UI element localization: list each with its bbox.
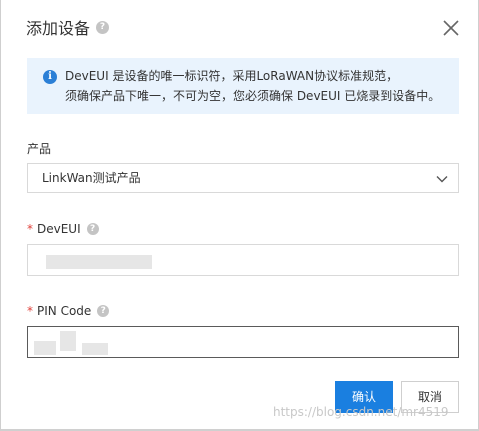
required-mark: * bbox=[27, 222, 33, 236]
dialog-title-text: 添加设备 bbox=[26, 19, 91, 38]
dialog-title: 添加设备? bbox=[26, 17, 110, 41]
notice-line-2: 须确保产品下唯一，不可为空，您必须确保 DevEUI 已烧录到设备中。 bbox=[65, 89, 441, 103]
product-select-value: LinkWan测试产品 bbox=[42, 171, 141, 185]
pin-label: * PIN Code? bbox=[27, 303, 110, 319]
pin-code-input[interactable] bbox=[27, 326, 459, 358]
redacted-value bbox=[60, 331, 76, 351]
product-select[interactable]: LinkWan测试产品 bbox=[27, 163, 459, 193]
deveui-help-icon[interactable]: ? bbox=[86, 222, 99, 235]
add-device-dialog: 添加设备? i DevEUI 是设备的唯一标识符，采用LoRaWAN协议标准规范… bbox=[0, 0, 479, 431]
notice-line-1: DevEUI 是设备的唯一标识符，采用LoRaWAN协议标准规范， bbox=[65, 69, 399, 83]
info-notice: i DevEUI 是设备的唯一标识符，采用LoRaWAN协议标准规范， 须确保产… bbox=[27, 58, 459, 114]
notice-text: DevEUI 是设备的唯一标识符，采用LoRaWAN协议标准规范， 须确保产品下… bbox=[65, 66, 457, 106]
required-mark: * bbox=[27, 304, 33, 318]
pin-label-text: PIN Code bbox=[37, 304, 92, 318]
title-help-icon[interactable]: ? bbox=[96, 21, 110, 34]
watermark: https://blog.csdn.net/mr4519 bbox=[273, 405, 449, 419]
deveui-input[interactable] bbox=[27, 244, 459, 276]
info-icon: i bbox=[43, 70, 57, 84]
product-label: 产品 bbox=[27, 142, 52, 156]
close-icon[interactable] bbox=[441, 18, 461, 38]
redacted-value bbox=[82, 343, 108, 355]
redacted-value bbox=[34, 341, 56, 355]
pin-help-icon[interactable]: ? bbox=[97, 304, 110, 317]
deveui-label-text: DevEUI bbox=[37, 222, 81, 236]
deveui-label: * DevEUI? bbox=[27, 221, 99, 237]
chevron-down-icon bbox=[436, 176, 448, 183]
redacted-value bbox=[46, 255, 152, 269]
